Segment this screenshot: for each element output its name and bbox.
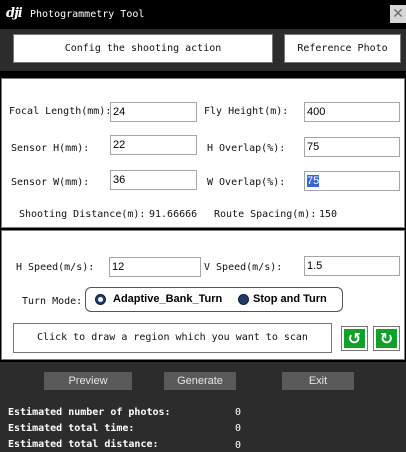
- estimated-time-label: Estimated total time:: [8, 423, 135, 434]
- adaptive-bank-turn-label[interactable]: Adaptive_Bank_Turn: [113, 293, 222, 306]
- draw-region-button[interactable]: Click to draw a region which you want to…: [13, 323, 332, 353]
- generate-button[interactable]: Generate: [164, 372, 236, 390]
- fly-height-label: Fly Height(m):: [204, 106, 289, 117]
- v-speed-field[interactable]: 1.5: [304, 256, 400, 276]
- w-overlap-selected-text: 75: [307, 175, 320, 187]
- config-shooting-button[interactable]: Config the shooting action: [13, 34, 273, 63]
- sensor-h-field[interactable]: 22: [110, 135, 197, 155]
- focal-length-label: Focal Length(mm):: [9, 106, 112, 117]
- shooting-distance-value: 91.66666: [149, 209, 198, 220]
- w-overlap-label: W Overlap(%):: [207, 177, 286, 188]
- h-overlap-field[interactable]: 75: [304, 137, 400, 157]
- rotate-ccw-button[interactable]: ↺: [341, 326, 368, 351]
- radio-adaptive-bank-turn[interactable]: [95, 294, 106, 305]
- turn-mode-label: Turn Mode:: [22, 296, 83, 307]
- stop-and-turn-label[interactable]: Stop and Turn: [253, 293, 327, 306]
- estimated-photos-value: 0: [235, 407, 242, 418]
- window-title: Photogrammetry Tool: [30, 9, 145, 20]
- exit-button[interactable]: Exit: [282, 372, 354, 390]
- radio-stop-and-turn[interactable]: [238, 294, 249, 305]
- reference-photo-button[interactable]: Reference Photo: [284, 34, 401, 63]
- estimated-distance-label: Estimated total distance:: [8, 439, 159, 450]
- fly-height-field[interactable]: 400: [304, 102, 400, 122]
- h-speed-field[interactable]: 12: [109, 257, 201, 277]
- dji-logo: dji: [6, 6, 23, 21]
- close-icon: ✕: [392, 6, 404, 22]
- route-spacing-label: Route Spacing(m):: [214, 209, 317, 220]
- rotate-cw-icon: ↻: [376, 329, 397, 348]
- sensor-w-field[interactable]: 36: [110, 170, 197, 190]
- v-speed-label: V Speed(m/s):: [204, 262, 283, 273]
- estimated-time-value: 0: [235, 423, 242, 434]
- rotate-cw-button[interactable]: ↻: [373, 326, 400, 351]
- sensor-w-label: Sensor W(mm):: [11, 177, 90, 188]
- h-overlap-label: H Overlap(%):: [207, 143, 286, 154]
- sensor-h-label: Sensor H(mm):: [11, 143, 90, 154]
- h-speed-label: H Speed(m/s):: [16, 262, 95, 273]
- rotate-ccw-icon: ↺: [344, 329, 365, 348]
- preview-button[interactable]: Preview: [44, 372, 132, 390]
- estimated-distance-value: 0: [235, 440, 242, 451]
- estimated-photos-label: Estimated number of photos:: [8, 407, 171, 418]
- focal-length-field[interactable]: 24: [110, 102, 197, 122]
- route-spacing-value: 150: [319, 209, 338, 220]
- close-button[interactable]: ✕: [390, 5, 406, 23]
- shooting-distance-label: Shooting Distance(m):: [19, 209, 146, 220]
- w-overlap-field[interactable]: 75: [304, 171, 400, 191]
